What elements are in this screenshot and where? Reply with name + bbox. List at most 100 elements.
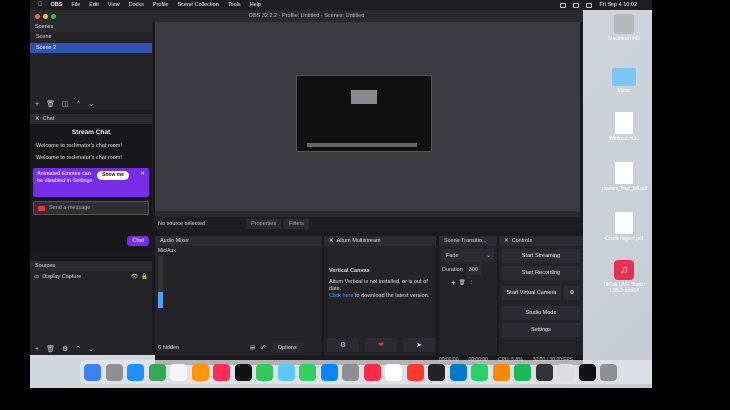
- app-store-icon[interactable]: [320, 363, 338, 381]
- menu-profile[interactable]: Profile: [153, 2, 169, 8]
- desktop-icon-music[interactable]: Music: [602, 68, 646, 94]
- scene-item-selected[interactable]: Scene 2: [30, 43, 152, 54]
- screenshot-icon[interactable]: [578, 363, 596, 381]
- freeform-icon[interactable]: [191, 363, 209, 381]
- finder-icon[interactable]: [84, 363, 101, 381]
- menu-edit[interactable]: Edit: [89, 2, 98, 8]
- move-down-icon[interactable]: ⌄: [88, 100, 94, 108]
- trash-icon[interactable]: 🗑: [46, 100, 55, 108]
- aitum-header-label: Aitum Multistream: [336, 238, 381, 244]
- apple-icon[interactable]: : [38, 2, 43, 8]
- chrome-icon[interactable]: [148, 363, 166, 381]
- gear-icon[interactable]: ⚙: [327, 338, 359, 352]
- spotify-icon[interactable]: [514, 363, 531, 381]
- safari-icon[interactable]: [127, 363, 144, 381]
- lock-icon[interactable]: 🔒: [141, 274, 148, 280]
- close-icon[interactable]: ✕: [35, 116, 40, 122]
- close-icon[interactable]: ✕: [504, 238, 509, 244]
- close-icon[interactable]: ✕: [329, 238, 334, 244]
- preview-icon[interactable]: [557, 363, 574, 381]
- visibility-icon[interactable]: 👁: [131, 274, 138, 280]
- vlc-icon[interactable]: [492, 363, 510, 381]
- tv-icon[interactable]: [234, 363, 252, 381]
- start-recording-button[interactable]: Start Recording: [502, 266, 580, 280]
- calendar-icon[interactable]: [385, 363, 402, 381]
- battery-icon[interactable]: [586, 2, 593, 8]
- gear-icon[interactable]: ⚙: [62, 345, 68, 353]
- desktop-icon-tiktok[interactable]: ♫ TikTok LIVE Studio 1.35.2-arm64: [602, 260, 646, 294]
- start-streaming-button[interactable]: Start Streaming: [502, 249, 580, 263]
- desktop-icon-pdf[interactable]: Credit Report.pdf: [602, 212, 646, 242]
- preview-canvas[interactable]: [296, 75, 432, 152]
- more-icon[interactable]: ⋮: [469, 280, 475, 286]
- share-icon[interactable]: ➤: [403, 338, 435, 352]
- tiktok-icon: ♫: [614, 260, 634, 280]
- show-me-button[interactable]: Show me: [97, 171, 129, 180]
- facetime-icon[interactable]: [299, 363, 316, 381]
- desktop-icon-pdf[interactable]: powers_final_bill.pdf: [602, 162, 647, 192]
- scene-transitions-dock: Scene Transitio... Fade ⌄ Duration 300 + …: [439, 236, 497, 355]
- send-message-input[interactable]: Send a message: [33, 201, 149, 215]
- settings-button[interactable]: Settings: [502, 323, 580, 337]
- music-icon[interactable]: [363, 363, 381, 381]
- controlcenter-icon[interactable]: [560, 2, 567, 8]
- transition-select[interactable]: Fade ⌄: [442, 249, 494, 262]
- wifi-icon[interactable]: [573, 2, 580, 8]
- vscode-icon[interactable]: [449, 363, 467, 381]
- link-icon[interactable]: ☍: [260, 345, 266, 351]
- duration-input[interactable]: 300: [465, 265, 481, 275]
- chat-button[interactable]: Chat: [127, 236, 149, 246]
- launchpad-icon[interactable]: [105, 363, 123, 381]
- close-promo-icon[interactable]: ✕: [140, 171, 145, 178]
- options-button[interactable]: Options: [271, 343, 303, 353]
- desktop-icon-m3u[interactable]: Workout.m3u: [602, 112, 646, 142]
- add-icon[interactable]: +: [35, 101, 39, 108]
- chat-header: ✕ Chat: [30, 114, 152, 124]
- source-item[interactable]: ▭ Display Capture 👁 🔒: [30, 271, 152, 282]
- chat-header-label: Chat: [42, 116, 55, 122]
- obs-icon[interactable]: [535, 363, 553, 381]
- whatsapp-icon[interactable]: [471, 363, 488, 381]
- settings-icon[interactable]: [342, 363, 359, 381]
- studio-mode-button[interactable]: Studio Mode: [502, 306, 580, 320]
- filter-icon[interactable]: ◫: [62, 100, 69, 108]
- menu-scene-collection[interactable]: Scene Collection: [177, 2, 218, 8]
- properties-button[interactable]: Properties: [246, 219, 282, 229]
- add-icon[interactable]: +: [451, 278, 456, 287]
- move-up-icon[interactable]: ⌃: [75, 345, 81, 353]
- table-icon[interactable]: ▤: [250, 345, 255, 351]
- trash-icon[interactable]: 🗑: [459, 280, 466, 286]
- photos-icon[interactable]: [213, 363, 230, 381]
- filters-button[interactable]: Filters: [284, 219, 310, 229]
- sources-toolbar: + 🗑 ⚙ ⌃ ⌄: [30, 343, 152, 355]
- gear-icon[interactable]: ⚙: [564, 286, 580, 300]
- start-virtual-camera-button[interactable]: Start Virtual Camera: [502, 286, 561, 300]
- scene-item[interactable]: Scene: [30, 32, 152, 43]
- scenes-header: Scenes: [30, 22, 152, 32]
- move-up-icon[interactable]: ⌃: [76, 100, 82, 108]
- menu-tools[interactable]: Tools: [228, 2, 241, 8]
- trash-icon[interactable]: 🗑: [46, 345, 55, 353]
- mail-icon[interactable]: [277, 363, 295, 381]
- menu-docks[interactable]: Docks: [129, 2, 144, 8]
- menu-app-name[interactable]: OBS: [51, 2, 63, 8]
- add-icon[interactable]: +: [35, 346, 39, 353]
- desktop-icon-hd[interactable]: Macintosh HD: [602, 14, 646, 42]
- heart-icon[interactable]: ❤: [365, 338, 397, 352]
- preview-area[interactable]: [155, 22, 580, 211]
- messages-icon[interactable]: [256, 363, 273, 381]
- move-down-icon[interactable]: ⌄: [88, 345, 94, 353]
- document-icon: [615, 212, 633, 234]
- notes-icon[interactable]: [170, 363, 187, 381]
- download-link[interactable]: Click here: [329, 293, 353, 299]
- aitum-buttons: ⚙ ❤ ➤: [327, 338, 435, 352]
- clock[interactable]: Fri Sep 4 10:02: [599, 2, 637, 8]
- terminal-icon[interactable]: [428, 363, 445, 381]
- menu-view[interactable]: View: [108, 2, 120, 8]
- menu-file[interactable]: File: [71, 2, 80, 8]
- menu-help[interactable]: Help: [250, 2, 261, 8]
- news-icon[interactable]: [406, 363, 424, 381]
- trash-icon[interactable]: [600, 363, 617, 381]
- download-suffix: to download the latest version.: [354, 293, 430, 299]
- chat-message: Welcome to reclimator's chat room!: [36, 155, 122, 161]
